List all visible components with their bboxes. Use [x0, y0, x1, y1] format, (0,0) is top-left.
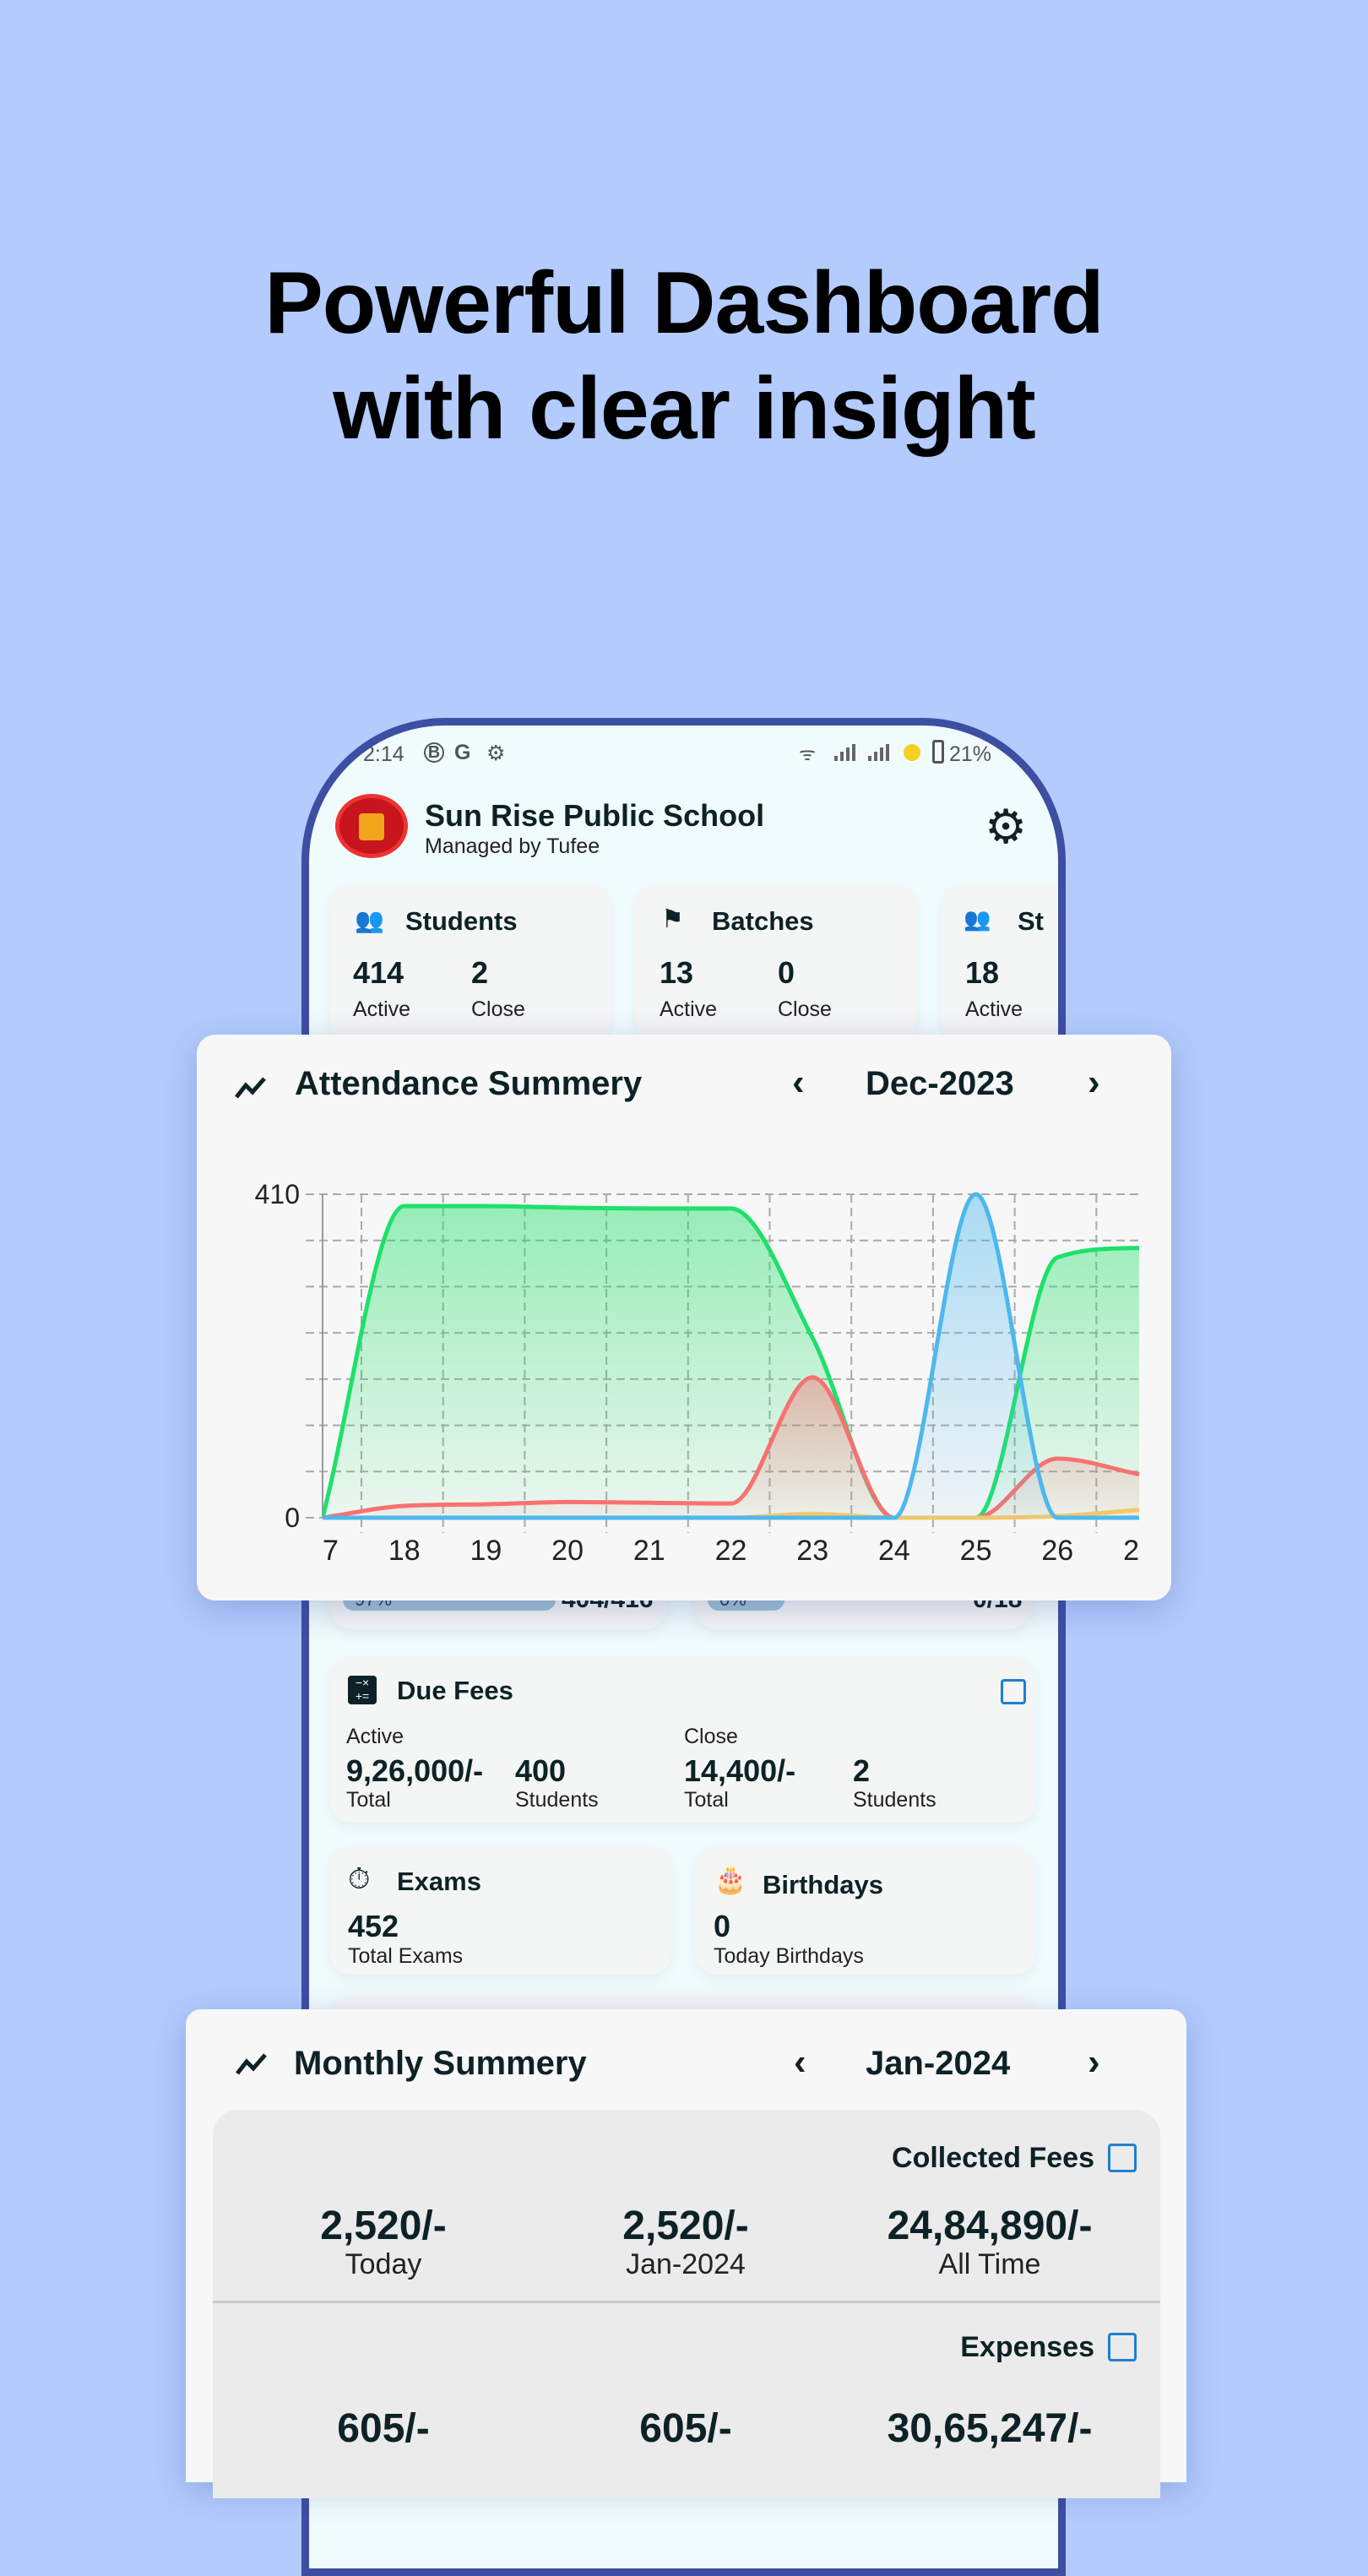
expenses-title: Expenses [960, 2331, 1094, 2363]
b-icon: B [424, 742, 444, 763]
active-count: 18 [965, 955, 1000, 990]
x-tick-label: 23 [796, 1535, 828, 1567]
close-count: 0 [778, 955, 795, 990]
cake-icon: 🎂 [714, 1864, 747, 1894]
summary-panel: Collected Fees 2,520/- 2,520/- 24,84,890… [213, 2110, 1160, 2498]
x-tick-label: 21 [633, 1535, 665, 1567]
exams-label: Total Exams [348, 1944, 464, 1968]
birthdays-count: 0 [714, 1909, 731, 1943]
battery-saver-icon [904, 744, 920, 761]
settings-icon: ⚙ [486, 742, 506, 765]
label: Students [853, 1788, 936, 1812]
batches-card[interactable]: ⚑ Batches 13 0 Active Close [636, 884, 916, 1045]
y-tick-label: 0 [285, 1503, 300, 1533]
active-total: 9,26,000/- [346, 1753, 484, 1788]
active-label: Active [353, 997, 411, 1021]
calculator-icon: −× += [348, 1676, 377, 1704]
open-external-icon[interactable] [1108, 2333, 1137, 2361]
students-icon: 👥 [355, 907, 384, 933]
card-title: Birthdays [763, 1870, 883, 1899]
school-subtitle: Managed by Tufee [425, 834, 600, 858]
label: Today [345, 2248, 422, 2280]
school-name: Sun Rise Public School [425, 798, 765, 833]
due-fees-card[interactable]: −× += Due Fees Active Close 9,26,000/- 40… [329, 1657, 1036, 1823]
card-title: St [1018, 906, 1044, 936]
signal-icon [868, 744, 889, 761]
close-label: Close [778, 997, 832, 1021]
exams-count: 452 [348, 1909, 399, 1943]
x-tick-label: 17 [307, 1535, 339, 1567]
battery-icon [932, 740, 944, 764]
close-label: Close [471, 997, 525, 1021]
wifi-icon: ᯤ [799, 743, 817, 764]
stopwatch-icon: ⏱ [348, 1863, 371, 1895]
label: Jan-2024 [626, 2248, 746, 2280]
label: Total [684, 1788, 729, 1812]
collected-fees-title: Collected Fees [892, 2142, 1094, 2174]
card-title: Exams [397, 1867, 481, 1896]
active-label: Active [660, 997, 718, 1021]
expenses-today: 605/- [337, 2406, 430, 2451]
birthdays-card[interactable]: 🎂 Birthdays 0 Today Birthdays [695, 1846, 1036, 1975]
status-time: 2:14 [363, 742, 404, 766]
attendance-summary-card: Attendance Summery ‹ Dec-2023 › 410 0 17 18… [197, 1035, 1171, 1600]
card-title: Monthly Summery [294, 2045, 587, 2082]
label: Students [515, 1788, 599, 1812]
settings-gear-icon[interactable]: ⚙ [985, 803, 1027, 851]
x-tick-label: 22 [715, 1535, 747, 1567]
school-logo [335, 794, 408, 858]
expenses-month: 605/- [639, 2406, 732, 2451]
label: All Time [938, 2248, 1041, 2280]
active-count: 414 [353, 955, 404, 990]
collected-month: 2,520/- [622, 2204, 749, 2248]
x-tick-label: 19 [470, 1535, 502, 1567]
month-label: Jan-2024 [866, 2045, 1011, 2082]
close-students: 2 [853, 1753, 871, 1788]
collected-today: 2,520/- [320, 2204, 447, 2248]
y-tick-label: 410 [255, 1179, 300, 1209]
card-title: Batches [712, 906, 814, 936]
card-title: Due Fees [397, 1676, 513, 1705]
attendance-chart: 410 017 18 19 20 21 22 23 24 25 26 27 [255, 1179, 1155, 1567]
x-tick-label: 27 [1123, 1535, 1155, 1567]
x-tick-label: 20 [551, 1535, 584, 1567]
headline-line1: Powerful Dashboard [264, 254, 1104, 352]
x-tick-label: 26 [1041, 1535, 1073, 1567]
label: Total [346, 1788, 391, 1812]
battery-level: 21% [949, 742, 992, 766]
close-count: 2 [471, 955, 489, 990]
x-tick-label: 25 [960, 1535, 992, 1567]
open-external-icon[interactable] [1001, 1679, 1026, 1704]
active-label: Active [965, 997, 1023, 1021]
google-icon: G [454, 741, 471, 764]
x-tick-label: 24 [878, 1535, 910, 1567]
flag-icon: ⚑ [661, 905, 684, 933]
active-label: Active [346, 1725, 404, 1748]
active-count: 13 [660, 955, 694, 990]
signal-icon [834, 744, 855, 761]
students-card[interactable]: 👥 Students 414 2 Active Close [329, 884, 611, 1045]
active-students: 400 [515, 1753, 567, 1788]
close-label: Close [684, 1725, 738, 1748]
birthdays-label: Today Birthdays [714, 1944, 864, 1968]
exams-card[interactable]: ⏱ Exams 452 Total Exams [329, 1846, 671, 1975]
close-total: 14,400/- [684, 1753, 796, 1788]
headline-line2: with clear insight [333, 360, 1035, 458]
card-title: Students [405, 906, 518, 936]
prev-month-button[interactable]: ‹ [794, 2041, 806, 2084]
staff-card[interactable]: 👥 St 18 Active [942, 884, 1058, 1045]
collected-all-time: 24,84,890/- [887, 2204, 1093, 2248]
divider [213, 2301, 1160, 2303]
expenses-all-time: 30,65,247/- [887, 2406, 1093, 2451]
next-month-button[interactable]: › [1088, 2041, 1100, 2084]
trend-icon [236, 2053, 267, 2075]
monthly-summary-card: Monthly Summery ‹ Jan-2024 › Collected F… [186, 2009, 1186, 2498]
staff-icon: 👥 [964, 906, 991, 932]
open-external-icon[interactable] [1108, 2144, 1137, 2172]
x-tick-label: 18 [388, 1535, 421, 1567]
